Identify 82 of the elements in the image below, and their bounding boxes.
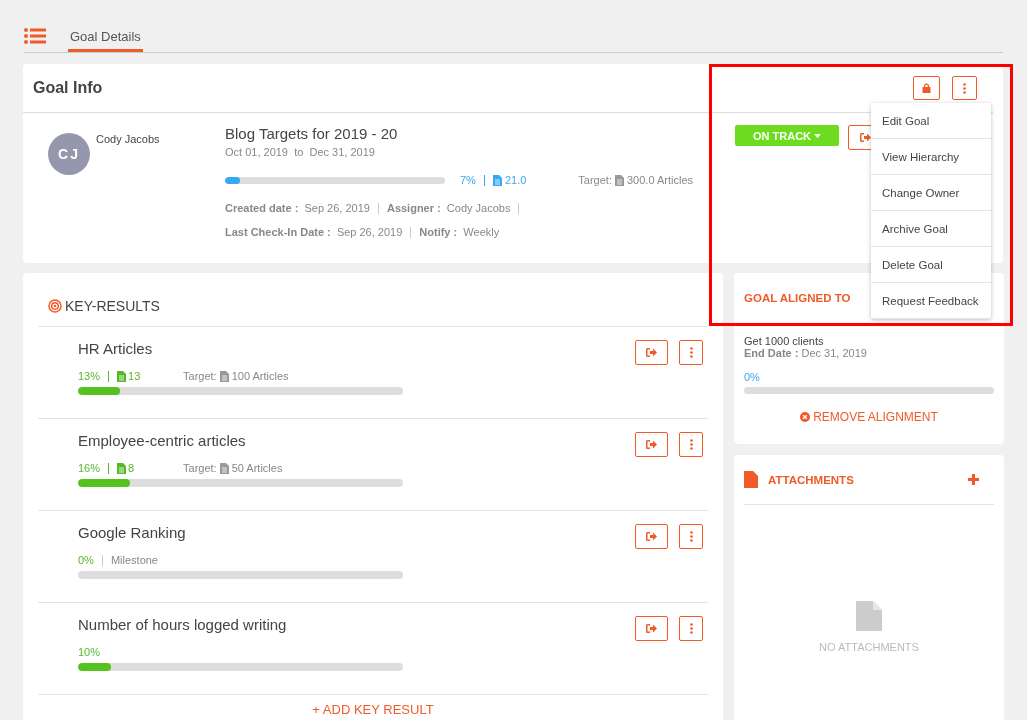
progress-count: 21.0 bbox=[504, 174, 527, 186]
list-icon[interactable] bbox=[24, 28, 46, 44]
more-button[interactable] bbox=[679, 524, 703, 549]
avatar: CJ bbox=[48, 133, 90, 175]
menu-item[interactable]: View Hierarchy bbox=[871, 139, 991, 175]
document-icon bbox=[117, 462, 127, 474]
target-value: 300.0 Articles bbox=[626, 174, 693, 186]
section-title: Goal Info bbox=[33, 79, 104, 97]
tab[interactable]: Goal Details bbox=[68, 29, 143, 52]
key-result-title: HR Articles bbox=[78, 340, 154, 357]
date-separator: to bbox=[294, 146, 304, 158]
lock-button[interactable] bbox=[913, 76, 940, 100]
meta-label: Last Check-In Date : bbox=[225, 226, 331, 238]
document-icon bbox=[856, 601, 882, 631]
check-in-button[interactable] bbox=[635, 340, 668, 365]
sign-out-icon bbox=[646, 440, 657, 449]
close-icon bbox=[800, 412, 811, 422]
milestone-label: Milestone bbox=[110, 554, 158, 566]
menu-item[interactable]: Change Owner bbox=[871, 175, 991, 211]
progress-percent: 10% bbox=[78, 646, 101, 658]
lock-icon bbox=[922, 83, 931, 93]
progress-percent: 13% bbox=[78, 370, 101, 382]
progress-count: 8 bbox=[128, 462, 136, 474]
meta-value: Weekly bbox=[463, 226, 500, 238]
more-icon bbox=[689, 347, 693, 358]
meta-value: Sep 26, 2019 bbox=[304, 202, 370, 214]
section-title: KEY-RESULTS bbox=[65, 297, 160, 314]
meta-label: Notify : bbox=[419, 226, 458, 238]
meta-value: Cody Jacobs bbox=[446, 202, 511, 214]
menu-item[interactable]: Edit Goal bbox=[871, 103, 991, 139]
key-result-title: Google Ranking bbox=[78, 524, 187, 541]
document-icon bbox=[492, 174, 502, 186]
meta-label: Assigner : bbox=[386, 202, 441, 214]
check-in-button[interactable] bbox=[635, 432, 668, 457]
document-icon bbox=[219, 370, 229, 382]
key-result-title: Number of hours logged writing bbox=[78, 616, 288, 633]
aligned-goal-title: Get 1000 clients bbox=[744, 335, 825, 347]
goal-title: Blog Targets for 2019 - 20 bbox=[225, 125, 399, 142]
key-result-title: Employee-centric articles bbox=[78, 432, 247, 449]
document-icon bbox=[219, 462, 229, 474]
owner-name: Cody Jacobs bbox=[96, 133, 160, 145]
end-date: Dec 31, 2019 bbox=[309, 146, 375, 158]
more-button[interactable] bbox=[679, 616, 703, 641]
add-button[interactable] bbox=[968, 474, 979, 485]
progress-percent: 0% bbox=[78, 554, 94, 566]
sign-out-icon bbox=[859, 133, 871, 142]
more-icon bbox=[689, 623, 693, 634]
more-icon bbox=[689, 531, 693, 542]
document-icon bbox=[744, 471, 758, 488]
progress-count: 13 bbox=[128, 370, 142, 382]
end-date: Dec 31, 2019 bbox=[801, 347, 867, 359]
target-value: 50 Articles bbox=[231, 462, 283, 474]
target-label: Target: bbox=[578, 174, 612, 186]
more-button[interactable] bbox=[679, 432, 703, 457]
more-icon bbox=[689, 439, 693, 450]
more-icon bbox=[963, 82, 966, 94]
progress-percent: 7% bbox=[460, 174, 476, 186]
target-icon bbox=[48, 298, 62, 313]
check-in-button[interactable] bbox=[635, 616, 668, 641]
target-value: 100 Articles bbox=[231, 370, 289, 382]
target-label: Target: bbox=[183, 462, 217, 474]
more-button[interactable] bbox=[679, 340, 703, 365]
caret-icon bbox=[814, 133, 822, 138]
meta-label: Created date : bbox=[225, 202, 299, 214]
meta-value: Sep 26, 2019 bbox=[336, 226, 403, 238]
document-icon bbox=[614, 174, 624, 186]
section-title: GOAL ALIGNED TO bbox=[744, 292, 851, 304]
end-date-label: End Date : bbox=[744, 347, 799, 359]
menu-item[interactable]: Archive Goal bbox=[871, 211, 991, 247]
start-date: Oct 01, 2019 bbox=[225, 146, 288, 158]
more-button[interactable] bbox=[952, 76, 977, 100]
target-label: Target: bbox=[183, 370, 217, 382]
empty-message: NO ATTACHMENTS bbox=[819, 641, 919, 653]
progress-percent: 0% bbox=[744, 371, 761, 383]
document-icon bbox=[117, 370, 127, 382]
section-title: ATTACHMENTS bbox=[768, 473, 854, 486]
progress-percent: 16% bbox=[78, 462, 101, 474]
sign-out-icon bbox=[646, 532, 657, 541]
check-in-button[interactable] bbox=[635, 524, 668, 549]
sign-out-icon bbox=[646, 624, 657, 633]
plus-icon bbox=[968, 474, 979, 485]
sign-out-icon bbox=[646, 348, 657, 357]
